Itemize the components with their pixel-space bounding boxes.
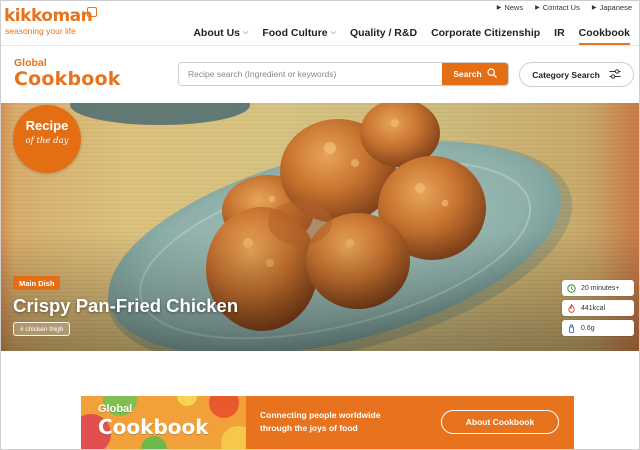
arrow-right-icon: ▶ xyxy=(535,5,540,11)
recipe-title[interactable]: Crispy Pan-Fried Chicken xyxy=(13,295,238,317)
site-header: kikkoman seasoning your life ▶ News ▶ Co… xyxy=(0,0,640,46)
about-cookbook-button[interactable]: About Cookbook xyxy=(441,410,559,434)
utility-nav: ▶ News ▶ Contact Us ▶ Japanese xyxy=(497,3,632,12)
chevron-down-icon: ⌵ xyxy=(243,29,249,36)
search-button[interactable]: Search xyxy=(442,63,508,85)
global-cookbook-logo[interactable]: Global Cookbook xyxy=(14,58,121,90)
util-link-label: News xyxy=(504,3,524,12)
category-search-button[interactable]: Category Search xyxy=(519,62,634,87)
banner-message-line2: through the joys of food xyxy=(260,423,358,433)
category-search-label: Category Search xyxy=(532,69,600,80)
main-nav: About Us ⌵ Food Culture ⌵ Quality / R&D … xyxy=(186,22,632,45)
salt-shaker-icon xyxy=(567,324,576,333)
recipe-time-value: 20 minutes+ xyxy=(581,284,620,292)
recipe-search-input[interactable] xyxy=(179,63,442,85)
nav-item-corporate-citizenship[interactable]: Corporate Citizenship xyxy=(424,22,547,44)
banner-logo-big: Cookbook xyxy=(98,415,209,439)
nav-label: Cookbook xyxy=(578,27,630,39)
nav-item-ir[interactable]: IR xyxy=(547,22,572,44)
nav-label: IR xyxy=(554,27,565,39)
sliders-icon xyxy=(609,68,621,81)
logo-emblem-icon xyxy=(87,7,97,17)
banner-message: Connecting people worldwide through the … xyxy=(260,409,430,435)
kikkoman-logo[interactable]: kikkoman seasoning your life xyxy=(4,6,104,40)
nav-label: Quality / R&D xyxy=(349,27,418,39)
util-link-japanese[interactable]: ▶ Japanese xyxy=(592,3,632,12)
util-link-news[interactable]: ▶ News xyxy=(497,3,523,12)
recipe-search-form: Search xyxy=(178,62,509,86)
banner-message-line1: Connecting people worldwide xyxy=(260,410,381,420)
banner-decor-shape xyxy=(209,396,239,418)
recipe-salt: 0.6g xyxy=(562,320,634,336)
logo-tagline: seasoning your life xyxy=(5,26,76,36)
util-link-label: Contact Us xyxy=(542,3,580,12)
badge-line-of-the-day: of the day xyxy=(25,136,69,146)
nav-label: Corporate Citizenship xyxy=(431,27,541,39)
banner-illustration: Global Cookbook xyxy=(81,396,246,450)
logo-wordmark: kikkoman xyxy=(4,6,93,26)
util-link-contact[interactable]: ▶ Contact Us xyxy=(535,3,580,12)
global-cookbook-logo-big: Cookbook xyxy=(14,68,121,90)
about-cookbook-banner: Global Cookbook Connecting people worldw… xyxy=(81,396,574,450)
banner-global-cookbook-logo: Global Cookbook xyxy=(98,403,209,439)
util-link-label: Japanese xyxy=(599,3,632,12)
banner-decor-shape xyxy=(221,426,246,450)
banner-logo-small: Global xyxy=(98,403,133,415)
hero-bottom-shade xyxy=(0,231,640,351)
recipe-calories-value: 441kcal xyxy=(581,304,606,312)
nav-item-about-us[interactable]: About Us ⌵ xyxy=(186,22,255,44)
nav-item-cookbook[interactable]: Cookbook xyxy=(572,22,632,45)
recipe-of-the-day-badge: Recipe of the day xyxy=(13,105,81,173)
recipe-info-list: 20 minutes+ 441kcal 0.6g xyxy=(562,280,634,336)
search-icon xyxy=(487,68,497,80)
arrow-right-icon: ▶ xyxy=(496,5,502,11)
recipe-calories: 441kcal xyxy=(562,300,634,316)
recipe-of-the-day-hero[interactable]: Recipe of the day Main Dish Crispy Pan-F… xyxy=(0,103,640,351)
search-button-label: Search xyxy=(453,69,482,79)
recipe-hashtag[interactable]: # chicken thigh xyxy=(13,322,71,336)
nav-item-quality-rd[interactable]: Quality / R&D xyxy=(343,22,424,44)
chevron-down-icon: ⌵ xyxy=(330,29,336,36)
cookbook-search-bar: Global Cookbook Search Category Search xyxy=(0,47,640,103)
nav-label: Food Culture xyxy=(262,27,328,39)
clock-icon xyxy=(567,283,576,293)
arrow-right-icon: ▶ xyxy=(591,5,597,11)
flame-icon xyxy=(567,303,576,313)
recipe-category-tag: Main Dish xyxy=(13,276,61,290)
badge-line-recipe: Recipe xyxy=(25,118,69,133)
recipe-salt-value: 0.6g xyxy=(581,324,595,332)
recipe-time: 20 minutes+ xyxy=(562,280,634,296)
nav-item-food-culture[interactable]: Food Culture ⌵ xyxy=(255,22,343,44)
nav-label: About Us xyxy=(193,27,241,39)
